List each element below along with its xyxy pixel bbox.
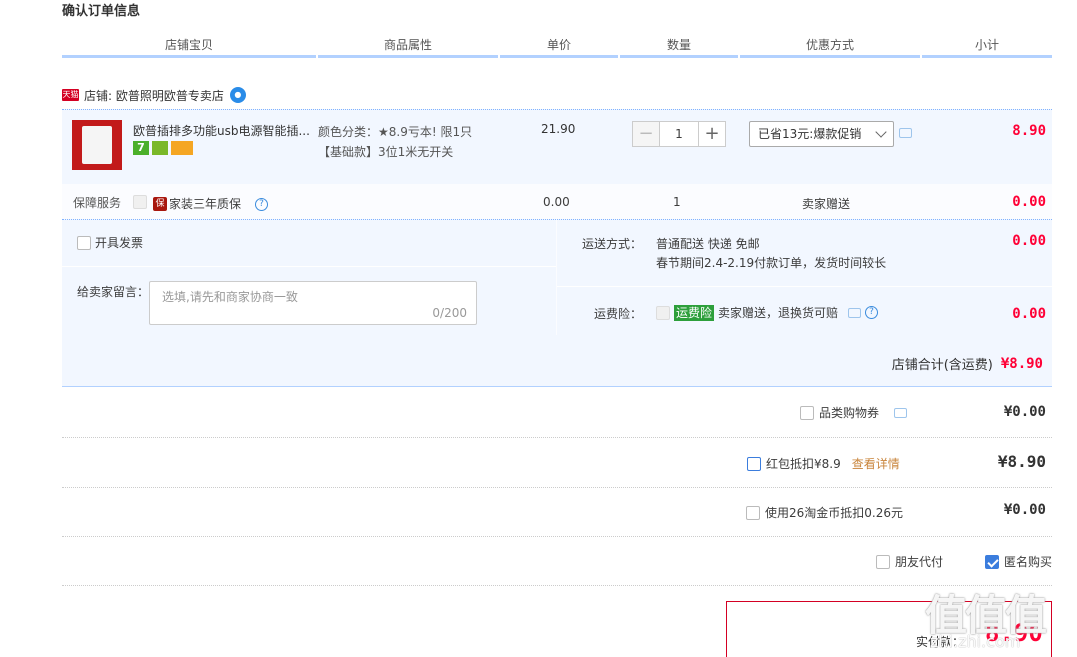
memo-char-count: 0/200	[432, 306, 467, 320]
shop-name[interactable]: 店铺: 欧普照明欧普专卖店	[84, 87, 224, 104]
shipping-label: 运送方式：	[582, 237, 643, 251]
shop-total-value: ¥8.90	[1000, 355, 1043, 372]
sku-model: 【基础款】3位1米无开关	[318, 145, 454, 159]
red-packet-label: 红包抵扣¥8.9	[766, 457, 841, 471]
product-attributes: 颜色分类：★8.9亏本! 限1只 【基础款】3位1米无开关	[318, 122, 472, 162]
invoice-checkbox[interactable]	[77, 235, 91, 250]
credit-card-icon	[171, 141, 193, 155]
invoice-label: 开具发票	[95, 236, 144, 250]
message-icon[interactable]	[894, 407, 908, 418]
invoice-option[interactable]: 开具发票	[77, 234, 143, 251]
anonymous-checkbox[interactable]	[985, 554, 999, 569]
qty-minus-button[interactable]: −	[632, 121, 660, 147]
service-name: 家装三年质保	[169, 197, 242, 211]
message-icon[interactable]	[848, 307, 862, 318]
watermark-url: zhi.zhi.com	[930, 632, 1021, 651]
red-packet[interactable]: 红包抵扣¥8.9 查看详情	[747, 455, 900, 472]
seven-day-return-icon: 7	[133, 141, 149, 155]
memo-label: 给卖家留言：	[77, 285, 150, 299]
taobao-coin-value: ¥0.00	[1003, 502, 1046, 518]
col-subtotal: 小计	[922, 36, 1052, 58]
shipping-fee: 0.00	[1012, 233, 1046, 249]
col-discount: 优惠方式	[740, 36, 920, 58]
guarantee-icon: 保	[153, 196, 167, 211]
friend-pay-checkbox[interactable]	[876, 554, 890, 569]
insurance-text: 卖家赠送，退换货可赔	[718, 306, 839, 320]
unit-price: 21.90	[541, 122, 576, 136]
taobao-coin[interactable]: 使用26淘金币抵扣0.26元	[746, 504, 903, 521]
coupon-category-checkbox[interactable]	[800, 405, 814, 420]
shop-total-label: 店铺合计(含运费)	[891, 358, 993, 373]
anonymous-label: 匿名购买	[1004, 555, 1053, 569]
insurance-label: 运费险：	[594, 307, 643, 321]
divider	[62, 536, 1052, 537]
anonymous-option[interactable]: 匿名购买	[985, 553, 1052, 570]
product-image	[82, 126, 112, 164]
coupon-category-label: 品类购物券	[819, 406, 880, 420]
friend-pay-label: 朋友代付	[895, 555, 944, 569]
divider	[62, 437, 1052, 438]
coupon-category-value: ¥0.00	[1003, 404, 1046, 420]
tmall-icon: 天猫	[62, 89, 79, 101]
chevron-down-icon	[875, 126, 887, 138]
item-subtotal: 8.90	[1012, 123, 1046, 139]
memo-placeholder: 选填,请先和商家协商一致	[162, 290, 298, 304]
red-packet-checkbox[interactable]	[747, 456, 761, 471]
friend-pay-option[interactable]: 朋友代付	[876, 553, 943, 570]
message-icon[interactable]	[899, 128, 912, 138]
shop-total: 店铺合计(含运费) ¥8.90	[891, 354, 1043, 374]
service-label: 保障服务	[73, 196, 122, 210]
product-title[interactable]: 欧普插排多功能usb电源智能插...	[133, 122, 311, 139]
insurance-option: 运费险 卖家赠送，退换货可赔 ?	[656, 304, 879, 321]
service-promo: 卖家赠送	[802, 197, 851, 211]
memo-textarea[interactable]: 选填,请先和商家协商一致 0/200	[149, 281, 477, 325]
help-icon[interactable]: ?	[865, 306, 879, 319]
insurance-checkbox	[656, 305, 670, 320]
shop-line: 天猫 店铺: 欧普照明欧普专卖店 ●	[62, 86, 246, 104]
service-checkbox	[133, 195, 147, 212]
quantity-stepper: − 1 +	[632, 121, 726, 147]
wangwang-chat-icon[interactable]: ●	[229, 87, 246, 103]
service-price: 0.00	[543, 195, 570, 209]
help-icon[interactable]: ?	[255, 195, 268, 211]
service-subtotal: 0.00	[1012, 194, 1046, 210]
product-thumbnail[interactable]	[72, 120, 122, 170]
col-shop-item: 店铺宝贝	[62, 36, 316, 58]
item-row	[62, 109, 1052, 184]
taobao-coin-checkbox[interactable]	[746, 505, 760, 520]
column-headers: 店铺宝贝 商品属性 单价 数量 优惠方式 小计	[62, 36, 1052, 58]
shipping-info: 普通配送 快递 免邮 春节期间2.4-2.19付款订单，发货时间较长	[656, 235, 886, 273]
qty-input[interactable]: 1	[660, 121, 698, 147]
authentic-icon	[152, 141, 168, 155]
service-item: 保 家装三年质保	[153, 195, 241, 212]
shipping-note: 春节期间2.4-2.19付款订单，发货时间较长	[656, 256, 887, 270]
page-title: 确认订单信息	[62, 4, 141, 19]
divider	[62, 487, 1052, 488]
col-attributes: 商品属性	[318, 36, 498, 58]
divider	[62, 585, 1052, 586]
promo-value: 已省13元:爆款促销	[758, 127, 862, 141]
col-unit-price: 单价	[500, 36, 618, 58]
product-badges: 7	[133, 141, 193, 155]
insurance-tag: 运费险	[674, 304, 715, 321]
col-quantity: 数量	[620, 36, 738, 58]
insurance-fee: 0.00	[1012, 306, 1046, 322]
view-details-link[interactable]: 查看详情	[852, 455, 900, 472]
coupon-category[interactable]: 品类购物券	[800, 404, 908, 421]
promo-select[interactable]: 已省13元:爆款促销	[749, 121, 894, 147]
red-packet-value: ¥8.90	[997, 452, 1046, 471]
taobao-coin-label: 使用26淘金币抵扣0.26元	[765, 506, 903, 520]
service-qty: 1	[673, 195, 681, 209]
qty-plus-button[interactable]: +	[698, 121, 726, 147]
sku-color: 颜色分类：★8.9亏本! 限1只	[318, 125, 473, 139]
shipping-method: 普通配送 快递 免邮	[656, 237, 760, 251]
